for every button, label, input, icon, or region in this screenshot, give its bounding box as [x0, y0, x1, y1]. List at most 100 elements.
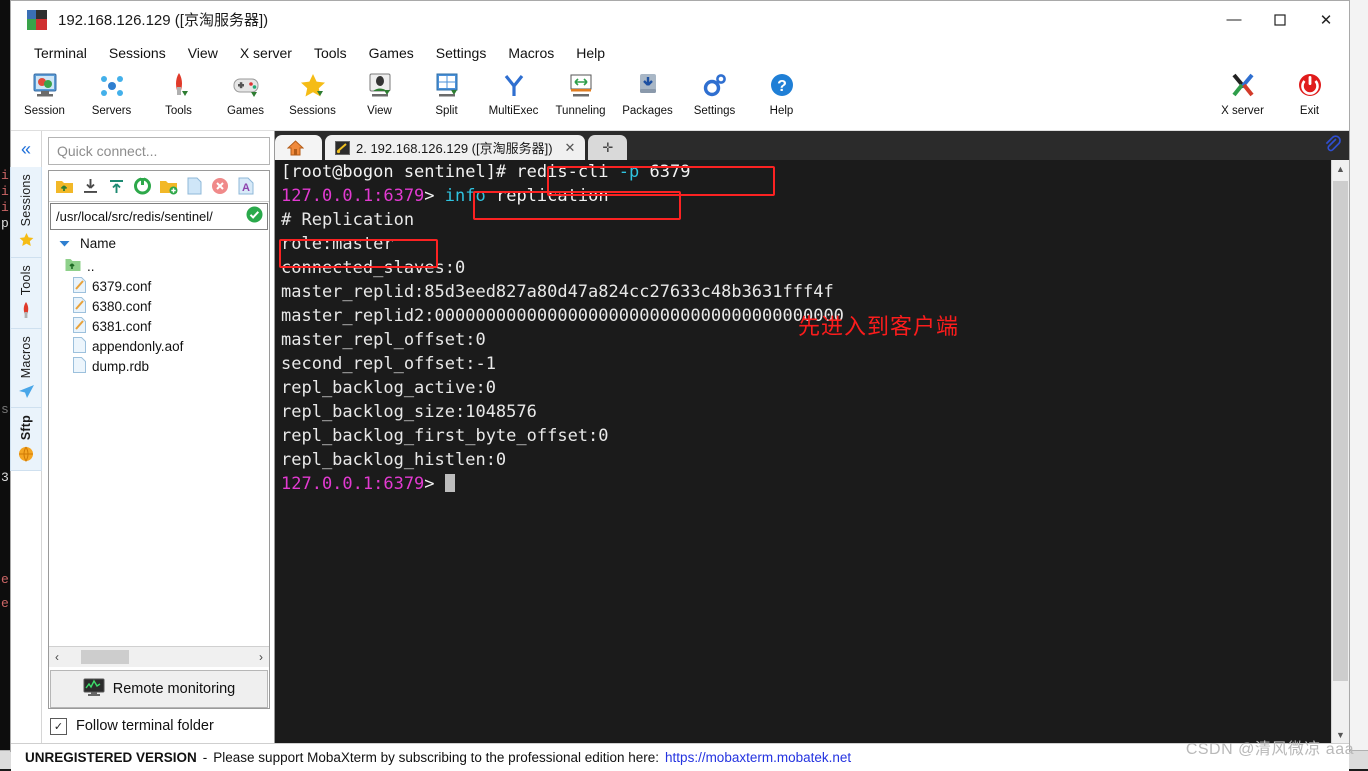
background-fragment: 3	[1, 470, 9, 485]
sftp-toolbar: A	[49, 171, 269, 202]
tab-add-button[interactable]: ✛	[588, 135, 628, 160]
mobaxterm-window: 192.168.126.129 ([京淘服务器]) — ✕ Terminal S…	[10, 0, 1350, 771]
ribbon-tab-tools[interactable]: Tools	[10, 258, 42, 329]
scroll-left-arrow-icon[interactable]: ‹	[49, 650, 65, 664]
scroll-up-arrow-icon[interactable]: ▲	[1332, 160, 1349, 177]
toolbar-session-button[interactable]: Session	[11, 67, 78, 117]
menu-terminal[interactable]: Terminal	[23, 42, 98, 64]
title-bar: 192.168.126.129 ([京淘服务器]) — ✕	[11, 1, 1349, 38]
background-fragment: e	[1, 596, 9, 611]
menu-games[interactable]: Games	[358, 42, 425, 64]
minimize-button[interactable]: —	[1211, 1, 1257, 38]
view-icon	[365, 70, 395, 102]
menu-macros[interactable]: Macros	[497, 42, 565, 64]
ribbon-tab-macros-label: Macros	[19, 335, 33, 378]
tab-session-active[interactable]: 2. 192.168.126.129 ([京淘服务器]) ✕	[325, 135, 586, 160]
chevron-down-icon[interactable]	[59, 236, 70, 251]
file-name: ..	[87, 258, 95, 274]
toolbar-sessions-button[interactable]: Sessions	[279, 67, 346, 117]
collapse-sidebar-button[interactable]: «	[11, 131, 41, 167]
follow-terminal-folder-label: Follow terminal folder	[76, 718, 214, 734]
upload-icon[interactable]	[104, 175, 128, 197]
terminal-cursor	[444, 474, 455, 492]
sftp-horizontal-scrollbar[interactable]: ‹ ›	[49, 646, 269, 667]
ribbon-tab-sessions[interactable]: Sessions	[10, 167, 42, 259]
toolbar-view-label: View	[367, 105, 392, 117]
servers-icon	[97, 70, 127, 102]
scroll-right-arrow-icon[interactable]: ›	[253, 650, 269, 664]
file-row[interactable]: 6381.conf	[49, 316, 269, 336]
ribbon-tab-sftp-label: Sftp	[19, 414, 33, 440]
sftp-column-name-label[interactable]: Name	[80, 236, 116, 251]
toolbar-view-button[interactable]: View	[346, 67, 413, 117]
tab-session-label: 2. 192.168.126.129 ([京淘服务器])	[356, 141, 553, 156]
tunneling-icon	[566, 70, 596, 102]
toolbar-servers-button[interactable]: Servers	[78, 67, 145, 117]
toolbar-packages-label: Packages	[622, 105, 673, 117]
refresh-icon[interactable]	[130, 175, 154, 197]
toolbar-xserver-button[interactable]: X server	[1209, 67, 1276, 117]
follow-terminal-folder-row[interactable]: ✓ Follow terminal folder	[42, 709, 274, 743]
terminal-line: connected_slaves:0	[281, 258, 466, 278]
toolbar-split-button[interactable]: Split	[413, 67, 480, 117]
delete-icon[interactable]	[208, 175, 232, 197]
menu-settings[interactable]: Settings	[425, 42, 498, 64]
menu-tools[interactable]: Tools	[303, 42, 358, 64]
sftp-file-list[interactable]: .. 6379.conf 6380.conf 6381.conf appendo…	[49, 255, 269, 646]
term-seg: redis-cli	[516, 162, 619, 182]
new-folder-icon[interactable]	[156, 175, 180, 197]
file-row-parent[interactable]: ..	[49, 256, 269, 276]
toolbar-tools-button[interactable]: Tools	[145, 67, 212, 117]
terminal-scroll-track[interactable]	[1332, 177, 1349, 726]
scroll-thumb[interactable]	[81, 650, 129, 664]
terminal-scrollbar[interactable]: ▲ ▼	[1331, 160, 1349, 743]
sftp-path-field[interactable]: /usr/local/src/redis/sentinel/	[50, 203, 268, 230]
toolbar-games-button[interactable]: Games	[212, 67, 279, 117]
tab-home[interactable]	[275, 135, 322, 160]
toolbar-exit-button[interactable]: Exit	[1276, 67, 1343, 117]
download-icon[interactable]	[78, 175, 102, 197]
background-fragment: i	[1, 184, 9, 199]
mobaxterm-link[interactable]: https://mobaxterm.mobatek.net	[665, 750, 851, 765]
menu-sessions[interactable]: Sessions	[98, 42, 177, 64]
edit-text-icon[interactable]: A	[234, 175, 258, 197]
menu-x-server[interactable]: X server	[229, 42, 303, 64]
menu-help[interactable]: Help	[565, 42, 616, 64]
close-button[interactable]: ✕	[1303, 1, 1349, 38]
ribbon-tab-macros[interactable]: Macros	[10, 328, 42, 408]
sftp-path-value: /usr/local/src/redis/sentinel/	[56, 209, 213, 224]
terminal-output[interactable]: [root@bogon sentinel]# redis-cli -p 6379…	[275, 160, 1331, 743]
status-message: Please support MobaXterm by subscribing …	[213, 750, 660, 765]
background-fragment: e	[1, 572, 9, 587]
svg-text:A: A	[242, 182, 250, 194]
toolbar-settings-button[interactable]: Settings	[681, 67, 748, 117]
terminal-wrapper: [root@bogon sentinel]# redis-cli -p 6379…	[275, 160, 1349, 743]
terminal-scroll-thumb[interactable]	[1333, 181, 1348, 681]
up-folder-icon[interactable]	[52, 175, 76, 197]
sftp-panel: Quick connect... A /usr/local/src/redis/…	[42, 131, 275, 743]
toolbar-multiexec-button[interactable]: MultiExec	[480, 67, 547, 117]
terminal-line: repl_backlog_first_byte_offset:0	[281, 426, 609, 446]
ssh-key-icon	[335, 140, 350, 155]
ribbon-tab-sftp[interactable]: Sftp	[10, 407, 42, 471]
tab-close-icon[interactable]: ✕	[565, 140, 576, 156]
menu-view[interactable]: View	[177, 42, 229, 64]
follow-terminal-folder-checkbox[interactable]: ✓	[50, 717, 67, 735]
quick-connect-input[interactable]: Quick connect...	[48, 137, 270, 165]
scroll-track[interactable]	[65, 650, 253, 664]
file-row[interactable]: 6380.conf	[49, 296, 269, 316]
file-row[interactable]: appendonly.aof	[49, 336, 269, 356]
multiexec-icon	[499, 70, 529, 102]
maximize-button[interactable]	[1257, 1, 1303, 38]
status-dash: -	[202, 750, 208, 765]
file-row[interactable]: 6379.conf	[49, 276, 269, 296]
file-row[interactable]: dump.rdb	[49, 356, 269, 376]
toolbar-packages-button[interactable]: Packages	[614, 67, 681, 117]
toolbar-tunneling-button[interactable]: Tunneling	[547, 67, 614, 117]
paperclip-icon[interactable]	[1323, 135, 1341, 158]
remote-monitoring-button[interactable]: Remote monitoring	[50, 670, 268, 708]
toolbar-help-button[interactable]: ? Help	[748, 67, 815, 117]
toolbar-tunneling-label: Tunneling	[555, 105, 606, 117]
app-body: « Sessions Tools Macros Sftp Quick conne…	[10, 131, 1349, 743]
new-file-icon[interactable]	[182, 175, 206, 197]
